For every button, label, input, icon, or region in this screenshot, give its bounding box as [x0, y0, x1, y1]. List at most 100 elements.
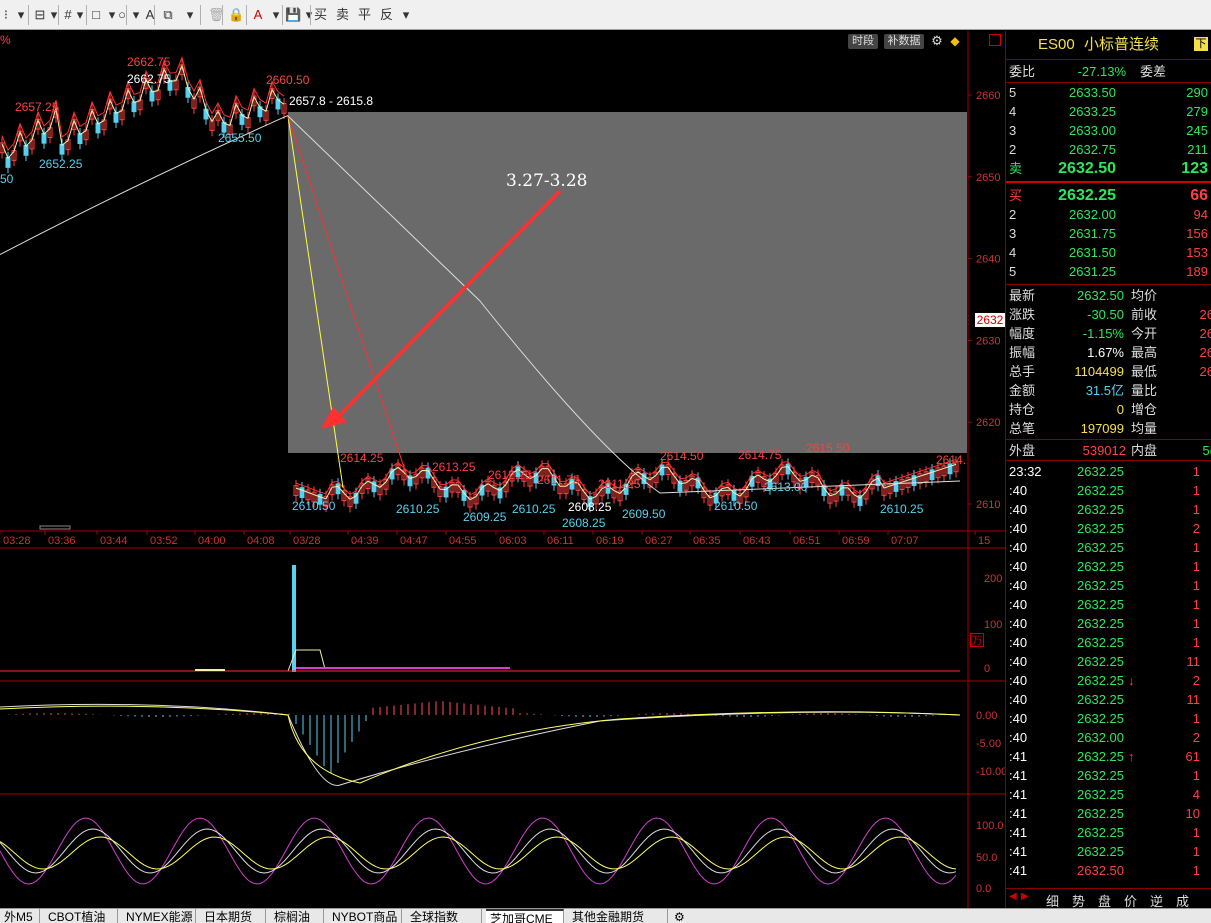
grid-icon[interactable]: # [62, 6, 74, 24]
scroll-right-icon[interactable]: ▶ [1021, 891, 1029, 902]
font-color-icon[interactable]: A [252, 6, 264, 24]
bid-volume: 156 [1186, 226, 1208, 241]
price-extreme-label: 2652.25 [39, 157, 83, 171]
bid-row: 买 2632.25 66 [1006, 186, 1211, 205]
dropdown-icon[interactable]: ▾ [15, 6, 27, 24]
stat-value: 1.67% [1087, 345, 1124, 360]
rectangle-icon[interactable]: □ [90, 6, 102, 24]
tick-volume: 4 [1192, 787, 1200, 802]
layout-icon[interactable]: ⊟ [34, 6, 46, 24]
price-extreme-label: 2662.75 [127, 55, 171, 69]
market-tab[interactable]: CBOT植油 [44, 909, 118, 923]
tick-time: :40 [1009, 730, 1028, 745]
lock-icon[interactable]: 🔒 [228, 6, 244, 24]
fill-data-button[interactable]: 补数据 [884, 34, 924, 49]
market-tab[interactable]: 日本期货 [200, 909, 266, 923]
candle-body [839, 484, 845, 496]
tick-price: 2632.25 [1077, 578, 1124, 593]
tick-volume: 1 [1192, 768, 1200, 783]
tick-time: :40 [1009, 502, 1028, 517]
market-tab[interactable]: NYMEX能源 [122, 909, 196, 923]
copy-icon[interactable]: ⧉ [162, 6, 174, 24]
tick-time: :40 [1009, 559, 1028, 574]
x-axis-label: 06:51 [793, 535, 821, 547]
candle-body [113, 111, 119, 123]
tick-price: 2632.25 [1077, 806, 1124, 821]
tick-direction-arrow: ↑ [1128, 749, 1135, 764]
market-tab[interactable]: 全球指数 [406, 909, 482, 923]
range-selection-box[interactable] [288, 112, 967, 453]
alert-diamond-icon[interactable]: ◆ [948, 34, 962, 48]
price-extreme-label: 2613.25 [432, 460, 476, 474]
stat-label: 总笔 [1009, 421, 1036, 436]
bid-price: 2631.75 [1069, 226, 1116, 241]
candle-body [461, 490, 467, 501]
ask-row: 3 2633.00 245 [1006, 121, 1211, 140]
price-extreme-label: 2614.75 [738, 448, 782, 462]
panel-toggle-icon[interactable] [989, 34, 1001, 46]
indicator-scale-box[interactable]: 万 [970, 633, 984, 647]
tick-row: :41 2632.25 ↑ 61 [1006, 747, 1211, 766]
price-extreme-label: 2610.25 [396, 502, 440, 516]
tick-volume: 11 [1186, 654, 1201, 669]
reverse-button[interactable]: 反 [380, 6, 393, 24]
toolbar-separator [282, 5, 283, 25]
stat-value-2: 26 [1199, 345, 1211, 360]
market-tab[interactable]: NYBOT商品 [328, 909, 402, 923]
candle-body [77, 133, 83, 145]
save-icon[interactable]: 💾 [285, 6, 301, 24]
tick-row: :41 2632.25 1 [1006, 823, 1211, 842]
market-tab[interactable]: 棕榈油 [270, 909, 324, 923]
settings-gear-icon[interactable]: ⚙ [930, 34, 944, 48]
price-extreme-label: 2655.50 [218, 131, 262, 145]
candle-body [149, 90, 155, 102]
volume-axis-label: 100 [984, 619, 1002, 631]
stat-label-2: 前收 [1131, 307, 1158, 322]
weibi-row: 委比 -27.13% 委差 [1006, 62, 1211, 81]
toolbar-menu-icon[interactable]: ⁝ [0, 6, 12, 24]
dropdown-icon[interactable]: ▾ [400, 6, 412, 24]
tick-price: 2632.25 [1077, 597, 1124, 612]
price-extreme-label: 2610.25 [880, 502, 924, 516]
tick-price: 2632.25 [1077, 711, 1124, 726]
dropdown-icon[interactable]: ▾ [184, 6, 196, 24]
price-extreme-label: 2612.25 [488, 468, 532, 482]
dropdown-badge[interactable]: 下 [1194, 37, 1208, 51]
market-tab[interactable]: 其他金融期货 [568, 909, 668, 923]
ask-level: 3 [1009, 123, 1017, 138]
dropdown-icon[interactable]: ▾ [270, 6, 282, 24]
close-position-button[interactable]: 平 [358, 6, 371, 24]
annotation-text[interactable]: 3.27-3.28 [506, 171, 587, 191]
macd-axis-label: -5.00 [976, 738, 1001, 750]
dropdown-icon[interactable]: ▾ [74, 6, 86, 24]
stat-label-2: 增仓 [1131, 402, 1158, 417]
tick-volume: 2 [1192, 730, 1200, 745]
time-segment-button[interactable]: 时段 [848, 34, 878, 49]
sell-button[interactable]: 卖 [336, 6, 349, 24]
stat-label: 总手 [1009, 364, 1036, 379]
bid-volume: 189 [1186, 264, 1208, 279]
x-axis-label: 03/28 [293, 535, 321, 547]
stat-row: 涨跌 -30.50 前收 26 [1006, 305, 1211, 324]
ask-volume: 290 [1186, 85, 1208, 100]
tick-time: :40 [1009, 540, 1028, 555]
market-tab[interactable]: 外M5 [0, 909, 40, 923]
scroll-left-icon[interactable]: ◀ [1009, 891, 1017, 902]
tick-price: 2632.25 [1077, 749, 1124, 764]
tick-time: :40 [1009, 673, 1028, 688]
bid-price: 2632.25 [1058, 187, 1116, 204]
x-axis-label: 03:36 [48, 535, 76, 547]
tick-time: :40 [1009, 616, 1028, 631]
market-tab[interactable]: 芝加哥CME [486, 909, 564, 923]
y-axis-label: 2630 [976, 335, 1000, 347]
tick-volume: 61 [1185, 749, 1200, 764]
symbol-code: ES00 [1038, 36, 1075, 53]
stat-label-2: 今开 [1131, 326, 1158, 341]
x-axis-label: 06:35 [693, 535, 721, 547]
waipan-row: 外盘 539012 内盘 5( [1006, 441, 1211, 460]
buy-button[interactable]: 买 [314, 6, 327, 24]
tick-volume: 2 [1192, 673, 1200, 688]
chart-area[interactable]: 2662.75 2662.75 2657.25 2652.25 2655.50 2660.… [0, 31, 1005, 908]
dropdown-icon[interactable]: ▾ [130, 6, 142, 24]
tab-settings-icon[interactable]: ⚙ [670, 909, 689, 923]
